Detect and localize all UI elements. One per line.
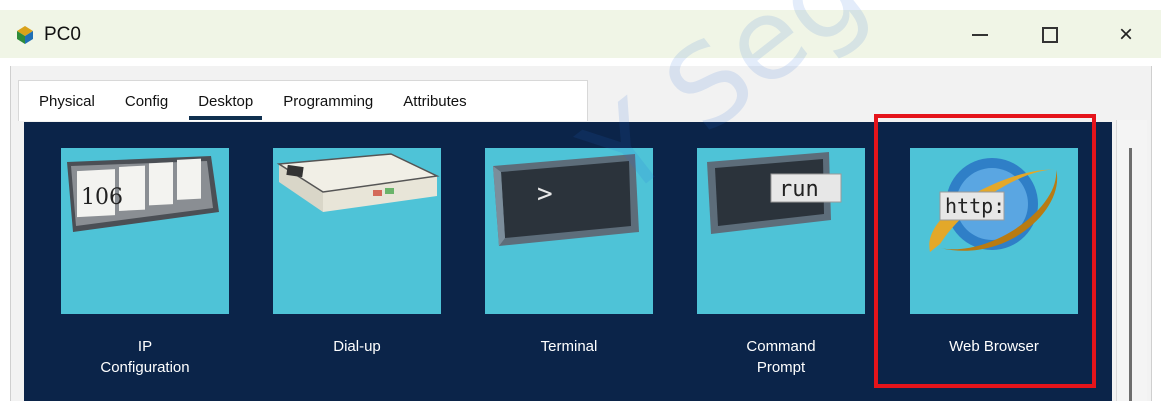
tab-attributes[interactable]: Attributes xyxy=(388,81,481,121)
run-text: run xyxy=(779,177,819,202)
modem-icon xyxy=(276,153,440,212)
ip-icon-text: 106 xyxy=(81,185,123,210)
title-bar: PC0 × xyxy=(0,10,1161,58)
maximize-icon xyxy=(1042,27,1058,43)
terminal-prompt-glyph: > xyxy=(537,179,553,209)
web-browser-icon: http: xyxy=(929,158,1058,252)
window-title: PC0 xyxy=(44,24,81,45)
ip-configuration-icon: 106 xyxy=(67,156,219,232)
tab-label: Programming xyxy=(283,92,374,110)
terminal-label[interactable]: Terminal xyxy=(463,336,675,357)
tab-label: Config xyxy=(124,92,169,110)
tab-programming[interactable]: Programming xyxy=(268,81,388,121)
tab-label: Attributes xyxy=(403,92,467,110)
ip-configuration-label[interactable]: IP Configuration xyxy=(39,336,251,378)
tab-physical[interactable]: Physical xyxy=(19,81,110,121)
close-button[interactable]: × xyxy=(1106,18,1146,52)
tab-label: Physical xyxy=(39,92,95,110)
minimize-button[interactable] xyxy=(960,18,1000,52)
http-text: http: xyxy=(945,194,1005,218)
vertical-scrollbar[interactable] xyxy=(1116,120,1147,401)
ip-configuration-tile[interactable]: 106 xyxy=(61,148,229,314)
tab-config[interactable]: Config xyxy=(110,81,183,121)
scrollbar-track[interactable] xyxy=(1129,148,1132,401)
maximize-button[interactable] xyxy=(1030,18,1070,52)
web-browser-tile[interactable]: http: xyxy=(910,148,1078,314)
dial-up-label[interactable]: Dial-up xyxy=(251,336,463,357)
command-prompt-label[interactable]: Command Prompt xyxy=(675,336,887,378)
terminal-tile[interactable]: > xyxy=(485,148,653,314)
web-browser-label[interactable]: Web Browser xyxy=(888,336,1100,357)
close-icon: × xyxy=(1118,21,1133,48)
dial-up-tile[interactable] xyxy=(273,148,441,314)
terminal-icon: > xyxy=(493,154,639,246)
tab-label: Desktop xyxy=(198,92,254,110)
minimize-icon xyxy=(972,34,988,36)
tab-desktop[interactable]: Desktop xyxy=(183,81,268,121)
packet-tracer-pc-icon xyxy=(17,26,33,44)
command-prompt-tile[interactable]: run xyxy=(697,148,865,314)
tab-bar: Physical Config Desktop Programming Attr… xyxy=(18,80,588,121)
command-prompt-icon: run xyxy=(707,152,842,234)
